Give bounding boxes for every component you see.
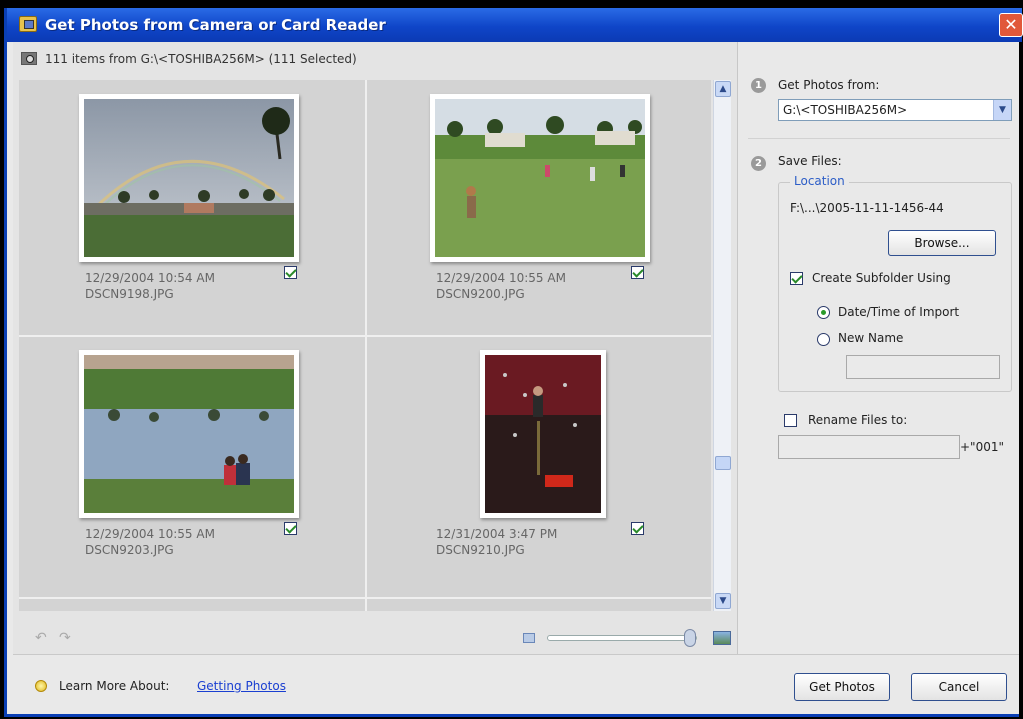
create-subfolder-checkbox[interactable] [790,272,803,285]
photo-date: 12/29/2004 10:54 AM [85,271,215,285]
window-title: Get Photos from Camera or Card Reader [45,16,386,34]
photo-thumbnail[interactable] [79,94,299,262]
step-one-badge: 1 [751,78,766,93]
thumbnail-scrollbar[interactable]: ▲ ▼ [713,80,731,611]
climbing-wall-image [485,355,601,513]
scroll-thumb[interactable] [715,456,731,470]
close-button[interactable]: ✕ [999,13,1023,37]
cancel-button[interactable]: Cancel [911,673,1007,701]
location-legend: Location [790,174,849,188]
photo-thumbnail[interactable] [79,350,299,518]
get-photos-from-label: Get Photos from: [778,78,880,92]
photo-thumbnail[interactable] [480,350,606,518]
rename-files-label: Rename Files to: [808,413,908,427]
camera-icon [21,52,37,65]
photo-thumbnail[interactable] [430,94,650,262]
photo-date: 12/29/2004 10:55 AM [436,271,566,285]
step-two-badge: 2 [751,156,766,171]
create-subfolder-label: Create Subfolder Using [812,271,951,285]
photo-select-checkbox[interactable] [284,522,297,535]
photo-meta: 12/29/2004 10:54 AM DSCN9198.JPG [85,270,215,302]
photo-cell[interactable]: 12/31/2004 3:47 PM DSCN9210.JPG [367,338,709,593]
thumbnail-grid: 12/29/2004 10:54 AM DSCN9198.JPG 12/29/2… [19,80,711,611]
browse-button[interactable]: Browse... [888,230,996,256]
scroll-up-icon[interactable]: ▲ [715,81,731,97]
new-name-input[interactable] [846,355,1000,379]
title-bar: Get Photos from Camera or Card Reader ✕ [7,8,1023,42]
scroll-down-icon[interactable]: ▼ [715,593,731,609]
photo-cell[interactable]: 12/29/2004 10:55 AM DSCN9203.JPG [19,338,361,593]
photo-select-checkbox[interactable] [631,266,644,279]
grid-divider-horizontal [19,335,711,337]
date-time-label: Date/Time of Import [838,305,960,319]
rename-files-input[interactable] [778,435,960,459]
options-panel: 1 Get Photos from: G:\<TOSHIBA256M> ▼ 2 … [737,42,1019,654]
learn-more-label: Learn More About: [59,679,170,693]
photo-cell[interactable]: 12/29/2004 10:54 AM DSCN9198.JPG [19,80,361,335]
lightbulb-icon [35,680,47,692]
photo-filename: DSCN9200.JPG [436,287,525,301]
photo-meta: 12/29/2004 10:55 AM DSCN9203.JPG [85,526,215,558]
divider [748,138,1010,139]
photo-meta: 12/31/2004 3:47 PM DSCN9210.JPG [436,526,557,558]
getting-photos-link[interactable]: Getting Photos [197,679,286,693]
grid-divider-horizontal [19,597,711,599]
photo-meta: 12/29/2004 10:55 AM DSCN9200.JPG [436,270,566,302]
dialog-window: Get Photos from Camera or Card Reader ✕ … [4,8,1023,717]
small-thumbnail-icon[interactable] [523,633,535,643]
date-time-radio[interactable] [817,306,830,319]
save-path: F:\...\2005-11-11-1456-44 [790,201,944,215]
photo-filename: DSCN9198.JPG [85,287,174,301]
dialog-footer: Learn More About: Getting Photos Get Pho… [13,654,1019,714]
large-thumbnail-icon[interactable] [713,631,731,645]
source-dropdown-value: G:\<TOSHIBA256M> [783,103,908,117]
photo-date: 12/29/2004 10:55 AM [85,527,215,541]
source-summary: 111 items from G:\<TOSHIBA256M> (111 Sel… [21,52,357,66]
rotate-left-icon[interactable]: ↶ [35,630,51,646]
thumbnail-toolbar: ↶ ↷ [19,620,735,654]
photo-select-checkbox[interactable] [631,522,644,535]
kids-on-lawn-image [435,99,645,257]
rename-files-checkbox[interactable] [784,414,797,427]
save-files-label: Save Files: [778,154,842,168]
thumbnail-size-slider[interactable] [547,635,697,641]
photo-import-icon [19,16,37,32]
photo-date: 12/31/2004 3:47 PM [436,527,558,541]
rotate-right-icon[interactable]: ↷ [59,630,75,646]
photo-cell[interactable]: 12/29/2004 10:55 AM DSCN9200.JPG [367,80,709,335]
photo-filename: DSCN9210.JPG [436,543,525,557]
source-summary-text: 111 items from G:\<TOSHIBA256M> (111 Sel… [45,52,357,66]
photo-browser-panel: 111 items from G:\<TOSHIBA256M> (111 Sel… [13,42,737,654]
photo-filename: DSCN9203.JPG [85,543,174,557]
new-name-radio[interactable] [817,333,830,346]
chevron-down-icon[interactable]: ▼ [993,100,1011,120]
rainbow-landscape-image [84,99,294,257]
slider-handle[interactable] [683,629,696,647]
pond-reflection-image [84,355,294,513]
source-dropdown[interactable]: G:\<TOSHIBA256M> ▼ [778,99,1012,121]
photo-select-checkbox[interactable] [284,266,297,279]
new-name-label: New Name [838,331,904,345]
rename-suffix: +"001" [960,440,1004,454]
get-photos-button[interactable]: Get Photos [794,673,890,701]
